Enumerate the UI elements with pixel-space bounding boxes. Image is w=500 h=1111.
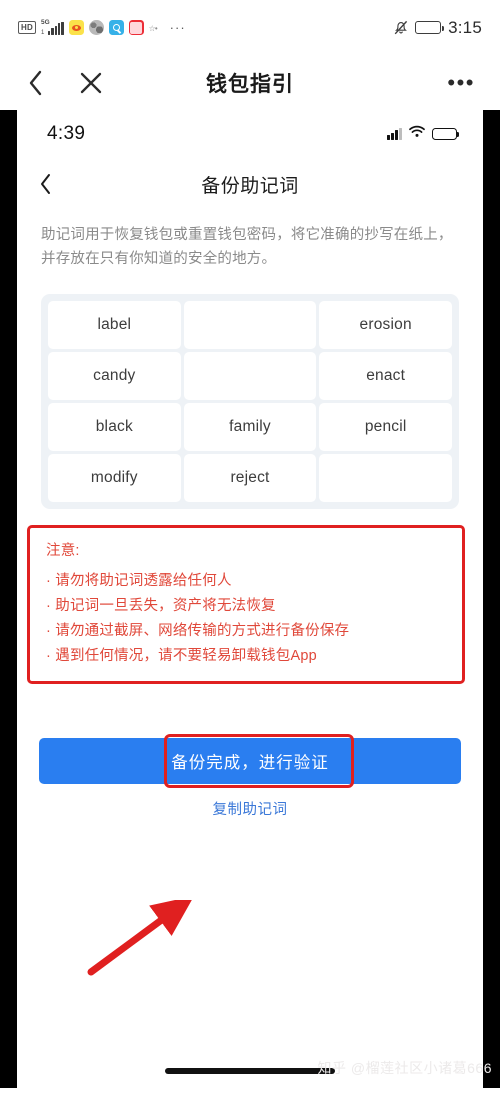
os-status-bar: HD 5G 1 ☆• ··· 3:15 (0, 0, 500, 55)
cellular-signal-icon (387, 128, 402, 140)
more-horizontal-icon[interactable]: ••• (447, 71, 475, 93)
pink-app-icon (128, 20, 144, 35)
bell-mute-icon (394, 20, 408, 35)
battery-full-icon (415, 21, 444, 34)
mnemonic-word-cell[interactable]: erosion (319, 300, 452, 349)
back-button[interactable] (22, 70, 48, 96)
weibo-icon (68, 20, 84, 35)
inner-screenshot-letterbox: 4:39 备份助记词 助记词用于恢复钱包或重置钱包密码，将它准确的抄写在纸上，并… (0, 110, 500, 1088)
signal-bars-icon (47, 21, 64, 35)
mnemonic-word-cell[interactable]: enact (319, 351, 452, 400)
mnemonic-word-cell[interactable]: family (183, 402, 317, 451)
warning-item: · 遇到任何情况，请不要轻易卸载钱包App (46, 647, 317, 664)
red-arrow-icon (87, 900, 193, 976)
mnemonic-description: 助记词用于恢复钱包或重置钱包密码，将它准确的抄写在纸上，并存放在只有你知道的安全… (41, 227, 453, 267)
search-app-icon (108, 20, 124, 35)
warning-item: · 请勿通过截屏、网络传输的方式进行备份保存 (46, 622, 350, 639)
mnemonic-word-cell[interactable]: pencil (319, 402, 452, 451)
mnemonic-grid: label erosion candy enact black family p… (41, 293, 459, 509)
gray-app-icon: ☆• (148, 23, 158, 33)
inner-status-icons (387, 125, 460, 143)
battery-low-icon (432, 127, 460, 141)
globe-app-icon (88, 20, 104, 35)
cta-area: 备份完成，进行验证 复制助记词 (39, 733, 461, 819)
inner-clock: 4:39 (47, 123, 86, 144)
warning-panel: 注意: · 请勿将助记词透露给任何人 · 助记词一旦丢失，资产将无法恢复 · 请… (27, 524, 465, 684)
signal-5g-icon: 5G 1 (40, 18, 64, 36)
status-more-icon: ··· (169, 19, 186, 35)
verify-backup-button[interactable]: 备份完成，进行验证 (39, 737, 461, 784)
wallet-app-screen: 4:39 备份助记词 助记词用于恢复钱包或重置钱包密码，将它准确的抄写在纸上，并… (17, 110, 483, 1088)
inner-status-bar: 4:39 (17, 110, 483, 158)
signal-5g-label: 5G (40, 18, 50, 26)
close-button[interactable] (78, 70, 104, 96)
watermark-text: 知乎 @榴莲社区小诸葛666 (317, 1060, 492, 1076)
warning-title: 注意: (46, 542, 80, 559)
warning-item: · 请勿将助记词透露给任何人 (46, 572, 232, 589)
warning-item: · 助记词一旦丢失，资产将无法恢复 (46, 597, 276, 614)
signal-sim-label: 1 (40, 29, 45, 36)
mnemonic-word-cell[interactable]: label (48, 300, 181, 349)
screen-root: HD 5G 1 ☆• ··· 3:15 钱包指引 ••• 4:39 备份助记词 … (0, 0, 500, 1111)
page-title: 钱包指引 (206, 72, 294, 96)
os-status-right: 3:15 (394, 18, 482, 38)
wallet-back-button[interactable] (39, 173, 52, 195)
mnemonic-word-cell[interactable] (319, 453, 452, 502)
home-indicator (165, 1068, 335, 1074)
wifi-icon (409, 125, 425, 143)
mnemonic-word-cell[interactable] (183, 300, 317, 349)
wallet-page-title: 备份助记词 (201, 175, 299, 197)
copy-mnemonic-link[interactable]: 复制助记词 (39, 798, 461, 819)
warning-annotation-box: 注意: · 请勿将助记词透露给任何人 · 助记词一旦丢失，资产将无法恢复 · 请… (27, 524, 465, 684)
mnemonic-word-cell[interactable]: modify (48, 453, 181, 502)
hd-badge: HD (18, 21, 36, 34)
mnemonic-word-cell[interactable]: candy (48, 351, 181, 400)
mnemonic-word-cell[interactable]: black (48, 402, 181, 451)
mnemonic-word-cell[interactable] (183, 351, 317, 400)
os-status-left: HD 5G 1 ☆• ··· (18, 18, 186, 36)
wallet-nav-bar: 备份助记词 (17, 158, 483, 210)
os-clock: 3:15 (448, 17, 482, 37)
mnemonic-word-cell[interactable]: reject (183, 453, 317, 502)
wechat-nav-bar: 钱包指引 ••• (0, 55, 500, 110)
